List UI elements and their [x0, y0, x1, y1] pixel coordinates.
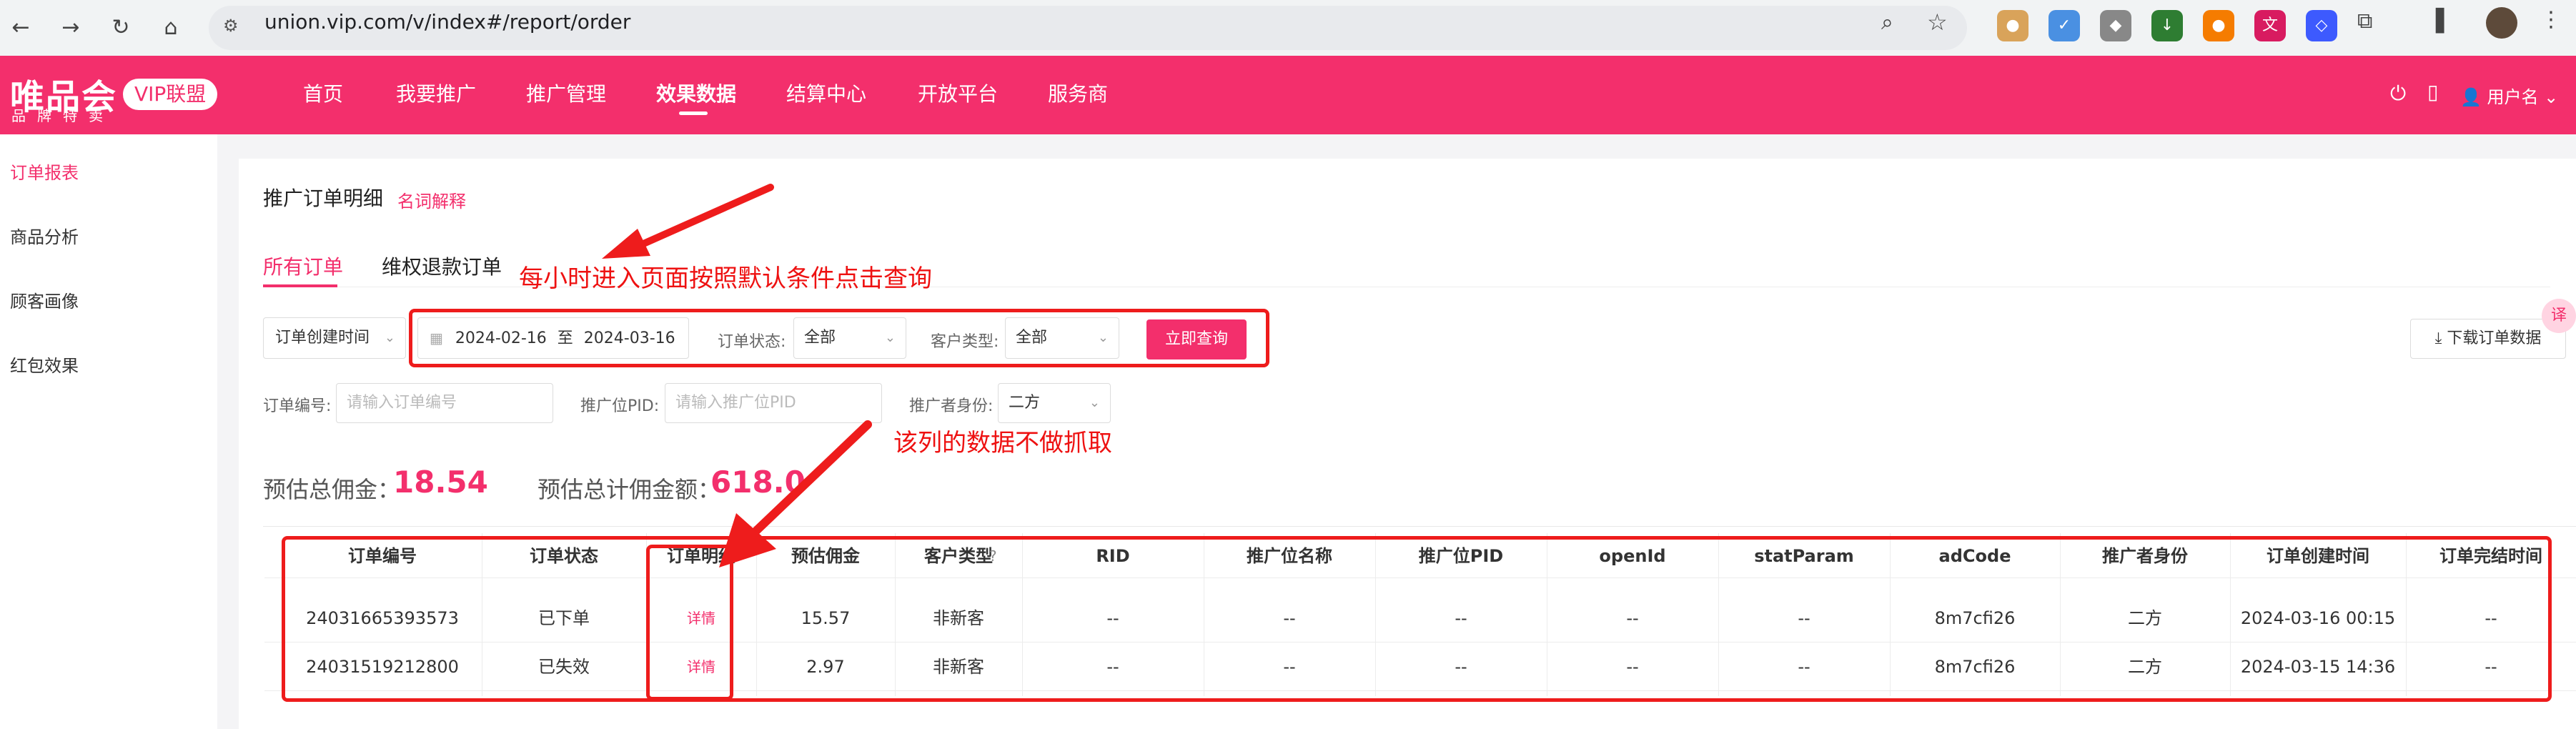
sidebar-item-red-packet-effect[interactable]: 红包效果	[10, 352, 79, 377]
nav-home[interactable]: 首页	[303, 80, 343, 109]
promoter-label: 推广者身份:	[909, 397, 994, 415]
user-menu[interactable]: 👤 用户名 ⌄	[2460, 83, 2558, 108]
pid-label: 推广位PID:	[580, 397, 660, 415]
tab-all-orders[interactable]: 所有订单	[263, 252, 343, 280]
total-commission-value: 18.54	[393, 465, 488, 500]
extension-download-icon[interactable]: ↓	[2151, 10, 2183, 41]
tab-active-indicator	[263, 284, 337, 287]
profile-avatar[interactable]	[2486, 7, 2517, 39]
download-icon: ⤓	[2434, 329, 2442, 347]
chevron-down-icon: ⌄	[384, 330, 395, 345]
annotation-arrow-2	[719, 420, 872, 567]
annotation-arrow-1	[602, 184, 774, 259]
time-type-select[interactable]: 订单创建时间 ⌄	[263, 317, 406, 359]
tab-refund-orders[interactable]: 维权退款订单	[382, 252, 502, 280]
translate-float-icon[interactable]: 译	[2542, 299, 2576, 333]
sidebar-item-customer-profile[interactable]: 顾客画像	[10, 287, 79, 312]
site-logo-tagline: 品牌特卖	[11, 107, 114, 124]
url-text[interactable]: union.vip.com/v/index#/report/order	[264, 10, 630, 34]
annotation-filter-box	[409, 309, 1269, 367]
order-no-input[interactable]: 请输入订单编号	[336, 383, 553, 423]
download-orders-button[interactable]: ⤓ 下载订单数据	[2410, 319, 2566, 359]
glossary-link[interactable]: 名词解释	[397, 187, 466, 212]
sidebar-item-product-analysis[interactable]: 商品分析	[10, 223, 79, 248]
user-name: 用户名	[2487, 87, 2539, 107]
browser-menu-icon[interactable]: ⋮	[2540, 7, 2562, 32]
annotation-note-column: 该列的数据不做抓取	[893, 429, 1112, 457]
user-icon: 👤	[2460, 87, 2482, 107]
total-commission-label: 预估总佣金：	[263, 476, 401, 503]
download-orders-label: 下载订单数据	[2447, 329, 2542, 347]
home-icon[interactable]: ⌂	[153, 10, 189, 46]
nav-promotion-management[interactable]: 推广管理	[526, 80, 606, 109]
reload-icon[interactable]: ↻	[103, 10, 139, 46]
nav-service-provider[interactable]: 服务商	[1048, 80, 1108, 109]
extension-blue-icon[interactable]: ◇	[2306, 10, 2337, 41]
promoter-value: 二方	[1009, 394, 1041, 412]
time-type-value: 订单创建时间	[275, 329, 370, 347]
chevron-down-icon: ⌄	[2544, 87, 2559, 107]
extension-check-icon[interactable]: ✓	[2049, 10, 2080, 41]
back-icon[interactable]: ←	[3, 10, 39, 46]
sidepanel-icon[interactable]: ▌	[2436, 9, 2452, 34]
zoom-icon[interactable]: ⌕	[1881, 10, 1893, 35]
extensions-puzzle-icon[interactable]: ⧉	[2357, 9, 2372, 34]
nav-performance-data[interactable]: 效果数据	[656, 80, 736, 109]
sidebar-item-order-report[interactable]: 订单报表	[10, 159, 79, 184]
annotation-table-box	[282, 536, 2552, 702]
vip-union-badge[interactable]: VIP联盟	[123, 79, 218, 110]
nav-promote[interactable]: 我要推广	[396, 80, 476, 109]
order-no-label: 订单编号:	[263, 397, 332, 415]
mobile-icon[interactable]: ▯	[2427, 80, 2438, 104]
nav-open-platform[interactable]: 开放平台	[918, 80, 998, 109]
forward-icon[interactable]: →	[53, 10, 89, 46]
pid-placeholder: 请输入推广位PID	[675, 394, 796, 412]
power-icon[interactable]: ⏻	[2390, 81, 2406, 106]
extension-translate-icon[interactable]: 文	[2254, 10, 2286, 41]
nav-settlement-center[interactable]: 结算中心	[786, 80, 866, 109]
extension-cookie-icon[interactable]: ●	[1997, 10, 2028, 41]
extension-orange-icon[interactable]: ●	[2203, 10, 2234, 41]
promoter-select[interactable]: 二方 ⌄	[998, 383, 1111, 423]
page-title: 推广订单明细	[263, 187, 384, 210]
nav-active-indicator	[679, 111, 708, 115]
order-no-placeholder: 请输入订单编号	[347, 394, 457, 412]
site-header	[0, 56, 2576, 134]
extension-shield-icon[interactable]: ◆	[2100, 10, 2131, 41]
total-commission-amount-label: 预估总计佣金额：	[538, 476, 721, 503]
chevron-down-icon: ⌄	[1089, 395, 1100, 410]
bookmark-star-icon[interactable]: ☆	[1927, 9, 1948, 36]
site-info-icon[interactable]: ⚙	[223, 16, 239, 36]
